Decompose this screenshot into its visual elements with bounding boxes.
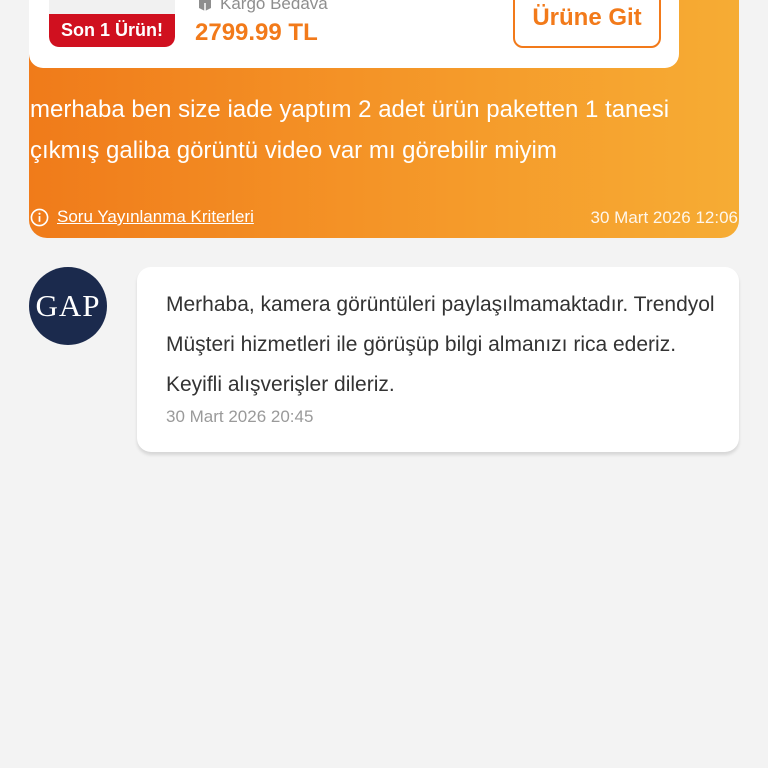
shipping-label: Kargo Bedava: [220, 0, 328, 13]
go-to-product-button[interactable]: Ürüne Git: [513, 0, 661, 48]
stock-badge: Son 1 Ürün!: [49, 14, 175, 47]
publishing-criteria-link[interactable]: Soru Yayınlanma Kriterleri: [57, 207, 254, 227]
product-price: 2799.99 TL: [195, 19, 318, 46]
product-summary: Son 1 Ürün! Kargo Bedava 2799.99 TL Ürün…: [29, 0, 679, 68]
answer-date: 30 Mart 2026 20:45: [166, 407, 314, 426]
seller-avatar[interactable]: GAP: [29, 267, 107, 345]
package-icon: [199, 0, 211, 11]
answer-text: Merhaba, kamera görüntüleri paylaşılmama…: [166, 293, 715, 396]
product-image[interactable]: Son 1 Ürün!: [49, 0, 175, 47]
question-text: merhaba ben size iade yaptım 2 adet ürün…: [30, 96, 670, 164]
info-icon: [30, 208, 49, 226]
shipping-info: Kargo Bedava: [197, 0, 328, 14]
answer-bubble: Merhaba, kamera görüntüleri paylaşılmama…: [137, 267, 739, 452]
question-date: 30 Mart 2026 12:06: [590, 208, 738, 227]
seller-logo-text: GAP: [35, 288, 101, 323]
publishing-criteria[interactable]: Soru Yayınlanma Kriterleri: [30, 206, 254, 228]
